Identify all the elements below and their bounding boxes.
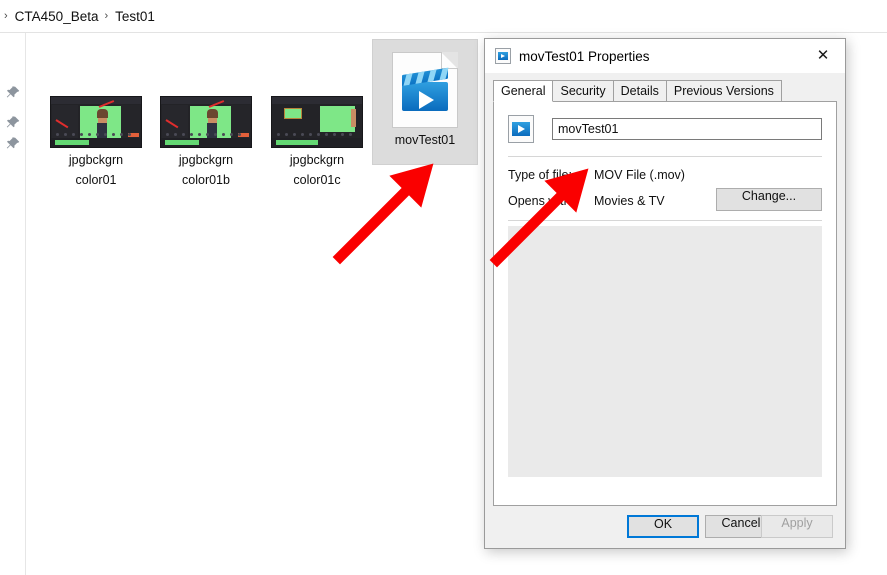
pushpin-icon[interactable] [5, 115, 21, 131]
filename-input[interactable] [552, 118, 822, 140]
file-thumbnail [46, 96, 146, 148]
file-name-line1: jpgbckgrn [68, 153, 124, 167]
breadcrumb-item-cta450-beta[interactable]: CTA450_Beta [15, 9, 99, 24]
ok-button[interactable]: OK [627, 515, 699, 538]
video-editor-thumbnail-icon [50, 96, 142, 148]
file-name-line2: color01 [75, 173, 117, 187]
file-thumbnail [156, 96, 256, 148]
tab-details[interactable]: Details [612, 80, 667, 102]
opens-with-value: Movies & TV [594, 194, 665, 208]
tab-previous-versions[interactable]: Previous Versions [665, 80, 782, 102]
file-name-line2: color01c [293, 173, 341, 187]
opens-with-label: Opens with: [508, 194, 575, 208]
explorer-window: › CTA450_Beta › Test01 jpgbckgrn color01… [0, 0, 887, 575]
file-name-line1: movTest01 [394, 133, 456, 147]
tab-strip: General Security Details Previous Versio… [493, 80, 837, 103]
pushpin-icon[interactable] [5, 136, 21, 152]
type-of-file-value: MOV File (.mov) [594, 168, 685, 182]
attributes-panel [508, 226, 822, 477]
breadcrumb-separator-0: › [4, 10, 8, 22]
file-name-line2: color01b [182, 173, 230, 187]
movie-file-icon [392, 52, 458, 128]
dialog-title-bar[interactable]: movTest01 Properties ✕ [485, 39, 845, 73]
tab-page-general: Type of file: MOV File (.mov) Opens with… [493, 101, 837, 506]
close-icon[interactable]: ✕ [801, 39, 845, 71]
file-item-jpgbckgrncolor01b[interactable]: jpgbckgrn color01b [154, 90, 258, 193]
movie-file-icon [495, 48, 511, 64]
dialog-body: General Security Details Previous Versio… [485, 73, 845, 548]
video-editor-thumbnail-icon [160, 96, 252, 148]
type-of-file-row: Type of file: MOV File (.mov) [508, 168, 822, 186]
properties-dialog: movTest01 Properties ✕ General Security … [484, 38, 846, 549]
file-name-line1: jpgbckgrn [289, 153, 345, 167]
change-button[interactable]: Change... [716, 188, 822, 211]
type-of-file-label: Type of file: [508, 168, 572, 182]
breadcrumb: › CTA450_Beta › Test01 [0, 0, 887, 33]
movie-file-icon [508, 115, 534, 143]
tab-general[interactable]: General [493, 80, 554, 102]
filename-row [508, 114, 822, 144]
file-thumbnail [375, 52, 475, 128]
breadcrumb-separator-1: › [104, 10, 109, 22]
video-editor-thumbnail-icon [271, 96, 363, 148]
file-item-jpgbckgrncolor01[interactable]: jpgbckgrn color01 [44, 90, 148, 193]
divider [508, 156, 822, 157]
dialog-footer: OK Cancel Apply [485, 506, 845, 548]
pushpin-icon[interactable] [5, 85, 21, 101]
tab-security[interactable]: Security [552, 80, 614, 102]
file-item-jpgbckgrncolor01c[interactable]: jpgbckgrn color01c [265, 90, 369, 193]
file-name-line1: jpgbckgrn [178, 153, 234, 167]
file-thumbnail [267, 96, 367, 148]
divider [508, 220, 822, 221]
apply-button: Apply [761, 515, 833, 538]
quick-access-pin-rail [0, 33, 26, 575]
dialog-title: movTest01 Properties [519, 48, 650, 64]
file-item-movtest01[interactable]: movTest01 [372, 39, 478, 165]
breadcrumb-item-test01[interactable]: Test01 [115, 9, 155, 24]
